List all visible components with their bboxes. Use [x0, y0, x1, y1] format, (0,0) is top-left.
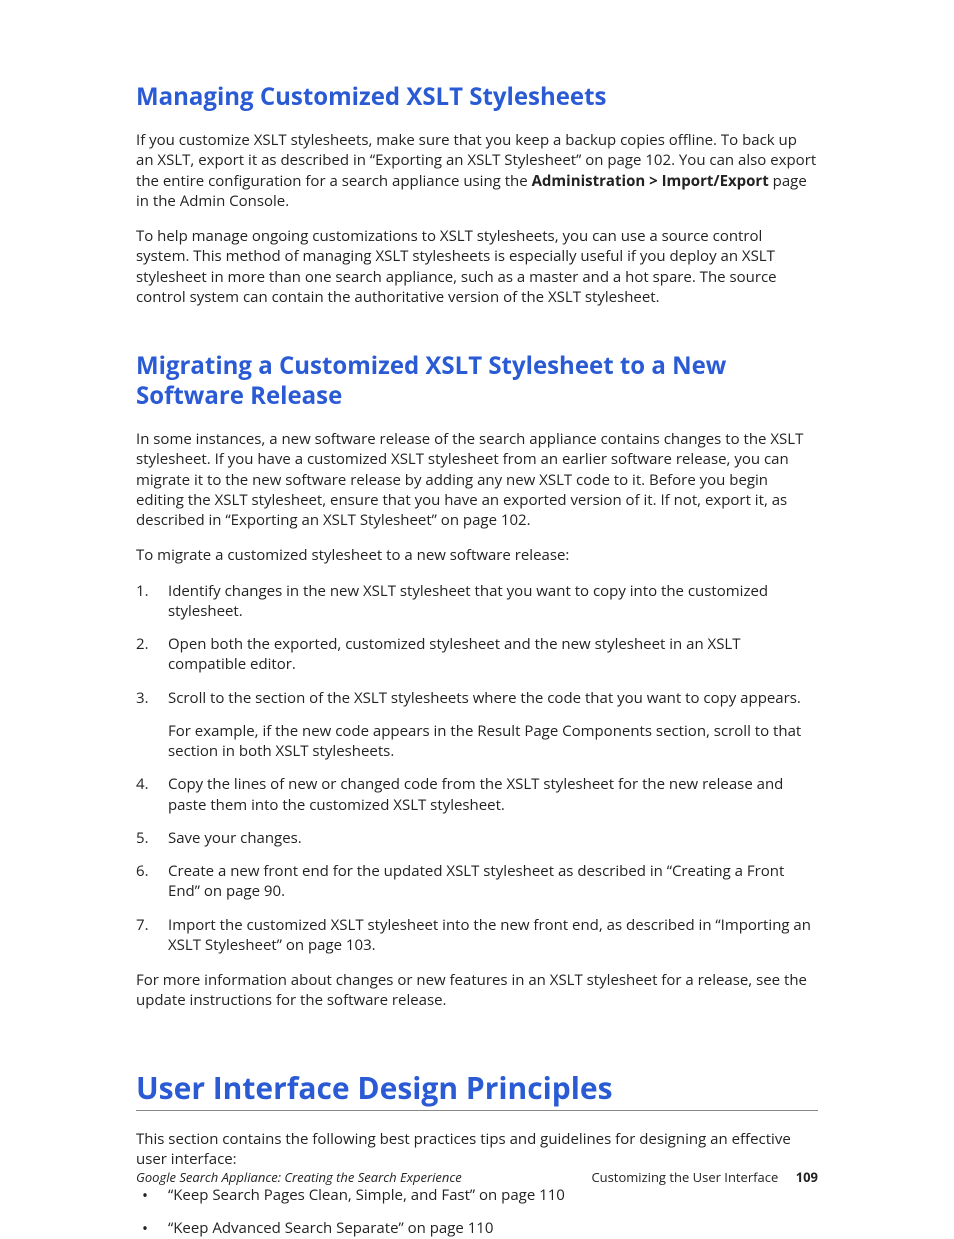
para-migrate-lead: To migrate a customized stylesheet to a …	[136, 545, 818, 565]
step-text: Copy the lines of new or changed code fr…	[168, 774, 783, 814]
step-text: Create a new front end for the updated X…	[168, 861, 784, 901]
bullet-item: “Keep Search Pages Clean, Simple, and Fa…	[136, 1185, 818, 1205]
para-manage-2: To help manage ongoing customizations to…	[136, 226, 818, 307]
heading-migrating-xslt: Migrating a Customized XSLT Stylesheet t…	[136, 351, 818, 411]
step-subtext: For example, if the new code appears in …	[168, 721, 818, 762]
para-manage-1: If you customize XSLT stylesheets, make …	[136, 130, 818, 211]
heading-managing-xslt: Managing Customized XSLT Stylesheets	[136, 82, 818, 112]
heading-ui-design-principles: User Interface Design Principles	[136, 1069, 818, 1112]
step-item: Open both the exported, customized style…	[136, 634, 818, 675]
page-number: 109	[796, 1168, 818, 1186]
step-item: Identify changes in the new XSLT stylesh…	[136, 581, 818, 622]
bold-admin-import-export: Administration > Import/Export	[532, 171, 769, 191]
footer-doc-title: Google Search Appliance: Creating the Se…	[136, 1169, 462, 1187]
step-item: Copy the lines of new or changed code fr…	[136, 774, 818, 815]
step-text: Open both the exported, customized style…	[168, 634, 741, 674]
para-migrate-1: In some instances, a new software releas…	[136, 429, 818, 530]
step-text: Scroll to the section of the XSLT styles…	[168, 688, 801, 708]
para-migrate-outro: For more information about changes or ne…	[136, 970, 818, 1011]
step-item: Import the customized XSLT stylesheet in…	[136, 915, 818, 956]
para-ui-lead: This section contains the following best…	[136, 1129, 818, 1170]
step-text: Save your changes.	[168, 828, 302, 848]
steps-list: Identify changes in the new XSLT stylesh…	[136, 581, 818, 956]
page-footer: Google Search Appliance: Creating the Se…	[136, 1169, 818, 1187]
bullet-text: “Keep Search Pages Clean, Simple, and Fa…	[168, 1185, 565, 1205]
step-item: Save your changes.	[136, 828, 818, 848]
bullet-list: “Keep Search Pages Clean, Simple, and Fa…	[136, 1185, 818, 1239]
footer-right: Customizing the User Interface 109	[591, 1169, 818, 1187]
step-text: Identify changes in the new XSLT stylesh…	[168, 581, 768, 621]
step-item: Create a new front end for the updated X…	[136, 861, 818, 902]
step-item: Scroll to the section of the XSLT styles…	[136, 688, 818, 762]
step-text: Import the customized XSLT stylesheet in…	[168, 915, 811, 955]
footer-section-label: Customizing the User Interface	[591, 1168, 778, 1186]
